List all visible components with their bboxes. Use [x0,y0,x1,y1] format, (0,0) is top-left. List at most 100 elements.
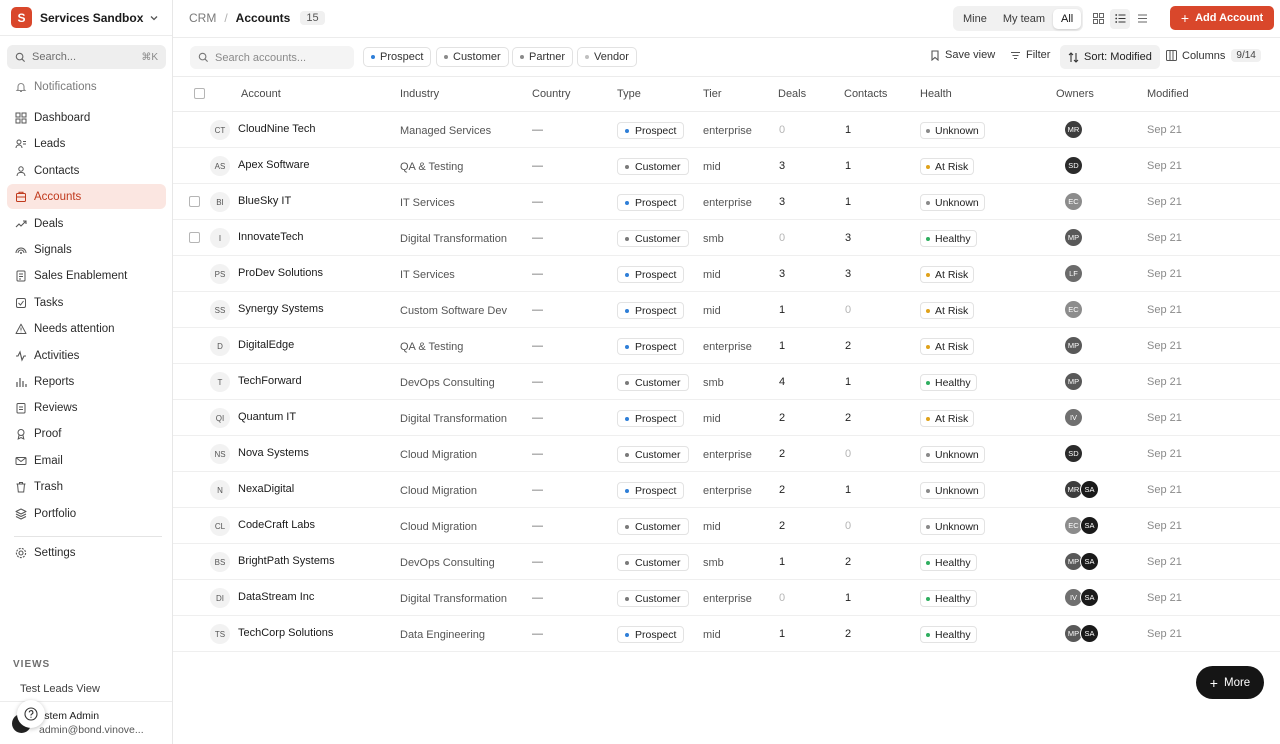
table-row[interactable]: N NexaDigital Cloud Migration — Prospect ente… [173,472,1280,508]
owner-avatar[interactable]: EC [1064,192,1083,211]
tab-mine[interactable]: Mine [955,9,995,29]
owner-avatar[interactable]: SA [1080,588,1099,607]
table-row[interactable]: DI DataStream Inc Digital Transformation — C… [173,580,1280,616]
account-name-link[interactable]: ProDev Solutions [238,267,323,279]
filter-chip-vendor[interactable]: Vendor [577,47,637,67]
sidebar-item-notifications[interactable]: Notifications [7,74,166,99]
account-name-link[interactable]: Apex Software [238,159,310,171]
column-header-contacts[interactable]: Contacts [844,88,887,100]
sidebar-item-reports[interactable]: Reports [7,369,166,394]
owner-avatar[interactable]: EC [1064,300,1083,319]
table-row[interactable]: I InnovateTech Digital Transformation — Cust… [173,220,1280,256]
table-row[interactable]: T TechForward DevOps Consulting — Customer sm… [173,364,1280,400]
owner-avatar[interactable]: SA [1080,552,1099,571]
help-button[interactable] [17,700,45,728]
sidebar-item-portfolio[interactable]: Portfolio [7,501,166,526]
table-row[interactable]: BS BrightPath Systems DevOps Consulting — Cu… [173,544,1280,580]
table-row[interactable]: PS ProDev Solutions IT Services — Prospect mi… [173,256,1280,292]
table-row[interactable]: CT CloudNine Tech Managed Services — Prospec… [173,112,1280,148]
sidebar-item-proof[interactable]: Proof [7,421,166,446]
table-row[interactable]: D DigitalEdge QA & Testing — Prospect enterpr… [173,328,1280,364]
sidebar-item-signals[interactable]: Signals [7,237,166,262]
save-view-button[interactable]: Save view [930,49,995,61]
table-row[interactable]: NS Nova Systems Cloud Migration — Customer en… [173,436,1280,472]
table-row[interactable]: QI Quantum IT Digital Transformation — Prosp… [173,400,1280,436]
account-name-link[interactable]: NexaDigital [238,483,294,495]
table-row[interactable]: SS Synergy Systems Custom Software Dev — Pro… [173,292,1280,328]
account-name-link[interactable]: Synergy Systems [238,303,324,315]
sidebar-search[interactable]: Search... ⌘K [7,45,166,69]
row-checkbox[interactable] [189,196,200,207]
sidebar-item-tasks[interactable]: Tasks [7,290,166,315]
owner-avatar[interactable]: MP [1064,228,1083,247]
select-all-checkbox[interactable] [194,88,205,99]
account-name-link[interactable]: TechForward [238,375,302,387]
filter-chip-customer[interactable]: Customer [436,47,509,67]
add-account-button[interactable]: + Add Account [1170,6,1274,30]
filter-chip-prospect[interactable]: Prospect [363,47,432,67]
account-name-link[interactable]: CodeCraft Labs [238,519,315,531]
account-name-link[interactable]: DigitalEdge [238,339,294,351]
owner-avatar[interactable]: MR [1064,120,1083,139]
account-name-link[interactable]: BrightPath Systems [238,555,335,567]
owner-avatar[interactable]: SD [1064,444,1083,463]
sidebar-item-sales-enablement[interactable]: Sales Enablement [7,263,166,288]
table-row[interactable]: BI BlueSky IT IT Services — Prospect enterpri… [173,184,1280,220]
row-checkbox[interactable] [189,232,200,243]
column-header-country[interactable]: Country [532,88,571,100]
column-header-modified[interactable]: Modified [1147,88,1189,100]
more-button[interactable]: + More [1196,666,1264,699]
accounts-search-input[interactable]: Search accounts... [190,46,354,69]
sidebar-item-deals[interactable]: Deals [7,211,166,236]
account-name-link[interactable]: DataStream Inc [238,591,314,603]
owner-avatar[interactable]: SD [1064,156,1083,175]
account-name-link[interactable]: TechCorp Solutions [238,627,333,639]
sidebar-item-activities[interactable]: Activities [7,343,166,368]
account-name-link[interactable]: BlueSky IT [238,195,291,207]
account-name-link[interactable]: InnovateTech [238,231,303,243]
grid-view-button[interactable] [1088,9,1108,29]
tab-my-team[interactable]: My team [995,9,1053,29]
owner-avatar[interactable]: MP [1064,372,1083,391]
table-row[interactable]: CL CodeCraft Labs Cloud Migration — Customer… [173,508,1280,544]
sidebar-item-reviews[interactable]: Reviews [7,395,166,420]
owner-avatar[interactable]: SA [1080,624,1099,643]
column-header-owners[interactable]: Owners [1056,88,1094,100]
owner-avatar[interactable]: MP [1064,336,1083,355]
filter-chip-partner[interactable]: Partner [512,47,574,67]
owner-avatar[interactable]: IV [1064,408,1083,427]
sidebar-item-settings[interactable]: Settings [7,540,166,565]
table-row[interactable]: AS Apex Software QA & Testing — Customer mid 3… [173,148,1280,184]
account-name-link[interactable]: Nova Systems [238,447,309,459]
column-header-account[interactable]: Account [241,88,281,100]
column-header-tier[interactable]: Tier [703,88,722,100]
column-header-deals[interactable]: Deals [778,88,806,100]
sidebar-item-trash[interactable]: Trash [7,474,166,499]
modified-cell: Sep 21 [1147,268,1182,280]
filter-button[interactable]: Filter [1010,49,1050,61]
account-name-link[interactable]: CloudNine Tech [238,123,315,135]
sidebar-item-needs-attention[interactable]: Needs attention [7,316,166,341]
view-item-test-leads[interactable]: Test Leads View [20,683,100,695]
column-header-health[interactable]: Health [920,88,952,100]
owner-avatar[interactable]: LF [1064,264,1083,283]
column-header-type[interactable]: Type [617,88,641,100]
owner-avatar[interactable]: SA [1080,516,1099,535]
breadcrumb-root[interactable]: CRM [189,11,216,25]
table-row[interactable]: TS TechCorp Solutions Data Engineering — Pro… [173,616,1280,652]
sidebar-item-contacts[interactable]: Contacts [7,158,166,183]
list-view-button[interactable] [1110,8,1130,29]
sidebar-item-accounts[interactable]: Accounts [7,184,166,209]
sidebar-item-leads[interactable]: Leads [7,131,166,156]
account-name-link[interactable]: Quantum IT [238,411,296,423]
compact-view-button[interactable] [1132,9,1152,29]
sort-button[interactable]: Sort: Modified [1060,45,1160,69]
sidebar-item-dashboard[interactable]: Dashboard [7,105,166,130]
columns-button[interactable]: Columns 9/14 [1166,49,1261,62]
tab-all[interactable]: All [1053,8,1082,29]
column-header-industry[interactable]: Industry [400,88,439,100]
sidebar-item-email[interactable]: Email [7,448,166,473]
workspace-switcher[interactable]: S Services Sandbox [0,0,172,36]
owner-avatar[interactable]: SA [1080,480,1099,499]
status-dot [625,596,629,601]
